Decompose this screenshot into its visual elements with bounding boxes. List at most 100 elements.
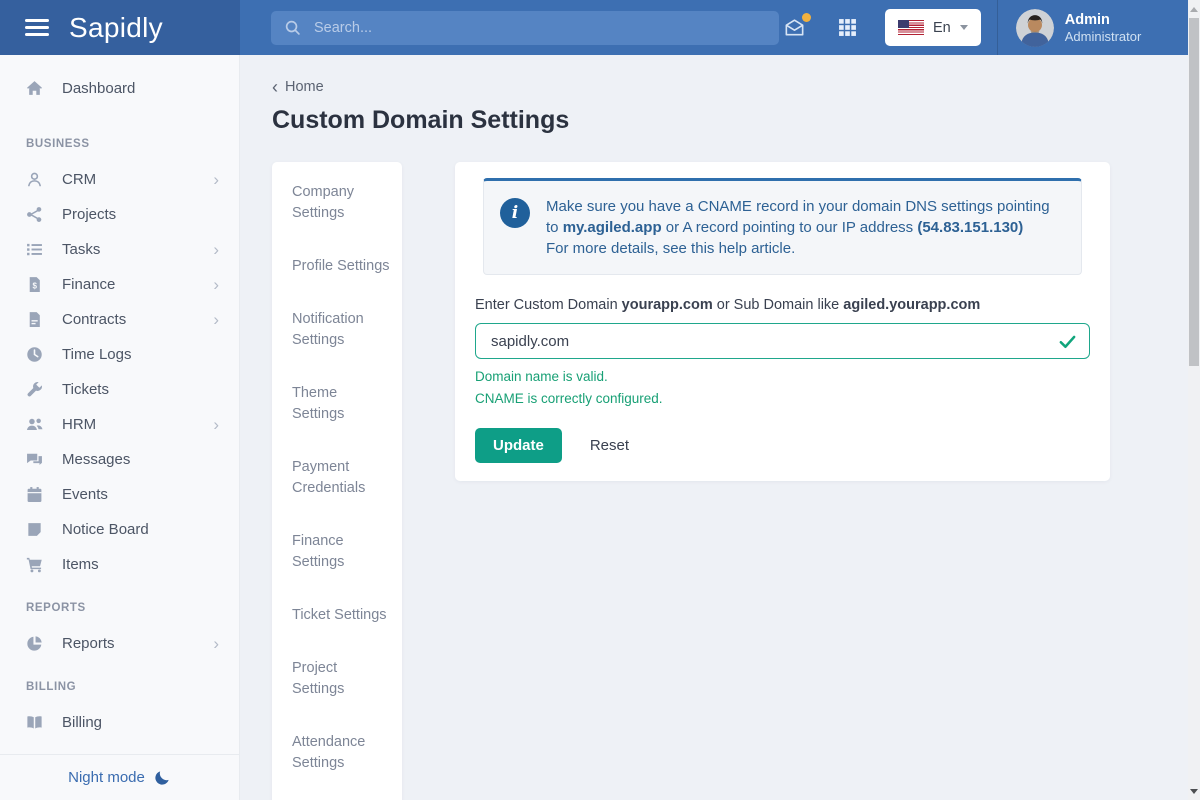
sidebar-item-label: HRM <box>62 416 97 433</box>
alert-bold-domain: my.agiled.app <box>562 219 662 236</box>
sidebar-item-contracts[interactable]: Contracts › <box>0 302 239 337</box>
night-mode-toggle[interactable]: Night mode <box>0 754 239 800</box>
sidebar-section-label-billing: BILLING <box>26 681 77 693</box>
form-actions: Update Reset <box>475 428 1090 463</box>
sidebar-item-tickets[interactable]: Tickets <box>0 372 239 407</box>
sidebar-section-label-reports: REPORTS <box>26 602 86 614</box>
us-flag-icon <box>898 20 924 35</box>
sidebar-item-tasks[interactable]: Tasks › <box>0 232 239 267</box>
sidebar-nav: Dashboard BUSINESS CRM › Projects Tasks › $ Fina… <box>0 55 239 754</box>
pie-chart-icon <box>26 635 46 652</box>
sidebar: Dashboard BUSINESS CRM › Projects Tasks › $ Fina… <box>0 55 240 800</box>
settings-nav-item-payment-credentials[interactable]: Payment Credentials <box>272 457 402 499</box>
breadcrumb-home-link[interactable]: Home <box>285 79 324 95</box>
alert-text-3: For more details, see this help article. <box>546 240 796 257</box>
user-role: Administrator <box>1064 28 1142 44</box>
settings-nav-item-notification-settings[interactable]: Notification Settings <box>272 309 402 351</box>
settings-nav: Company Settings Profile Settings Notifica… <box>272 162 402 800</box>
settings-nav-item-project-settings[interactable]: Project Settings <box>272 658 402 700</box>
chevron-down-icon <box>959 25 968 30</box>
validation-message-cname: CNAME is correctly configured. <box>475 391 663 406</box>
mail-button[interactable] <box>779 12 811 43</box>
moon-icon <box>154 769 171 786</box>
brand-logo[interactable]: Sapidly <box>69 12 163 44</box>
top-bar-actions-area: En Admin Administrator <box>240 0 1200 55</box>
search-bar <box>271 10 779 45</box>
language-label: En <box>933 19 951 36</box>
settings-nav-item-theme-settings[interactable]: Theme Settings <box>272 383 402 425</box>
sidebar-item-projects[interactable]: Projects <box>0 197 239 232</box>
label-text-1: Enter Custom Domain <box>475 297 618 313</box>
scrollbar-thumb[interactable] <box>1189 18 1199 366</box>
top-bar-brand-area: Sapidly <box>0 0 240 55</box>
check-icon <box>1058 332 1077 351</box>
reset-button[interactable]: Reset <box>590 437 629 454</box>
info-icon: i <box>500 198 530 228</box>
sidebar-item-items[interactable]: Items <box>0 547 239 582</box>
book-icon <box>26 714 46 731</box>
settings-nav-item-attendance-settings[interactable]: Attendance Settings <box>272 732 402 774</box>
custom-domain-input[interactable] <box>475 323 1090 359</box>
user-icon <box>26 171 46 188</box>
sidebar-item-reports[interactable]: Reports › <box>0 626 239 661</box>
sidebar-item-notice-board[interactable]: Notice Board <box>0 512 239 547</box>
sidebar-item-label: Messages <box>62 451 131 468</box>
chevron-right-icon: › <box>213 415 219 434</box>
settings-nav-item-finance-settings[interactable]: Finance Settings <box>272 531 402 573</box>
sidebar-item-label: Dashboard <box>62 80 136 97</box>
validation-message-domain: Domain name is valid. <box>475 369 608 384</box>
sidebar-item-label: Tickets <box>62 381 109 398</box>
breadcrumb: ‹ Home <box>272 77 1188 97</box>
label-text-2: or Sub Domain like <box>716 297 840 313</box>
label-bold-1: yourapp.com <box>621 297 713 313</box>
language-selector[interactable]: En <box>885 9 981 46</box>
invoice-icon: $ <box>26 276 46 293</box>
settings-nav-item-ticket-settings[interactable]: Ticket Settings <box>272 605 402 626</box>
chevron-right-icon: › <box>213 634 219 653</box>
notification-badge <box>802 13 811 22</box>
apps-button[interactable] <box>834 14 861 41</box>
sidebar-item-finance[interactable]: $ Finance › <box>0 267 239 302</box>
search-icon <box>284 19 301 36</box>
task-list-icon <box>26 241 46 258</box>
alert-text-2: or A record pointing to our IP address <box>665 219 914 236</box>
update-button[interactable]: Update <box>475 428 562 463</box>
sidebar-item-label: Notice Board <box>62 521 149 538</box>
sidebar-item-label: CRM <box>62 171 97 188</box>
sidebar-item-label: Finance <box>62 276 116 293</box>
sidebar-item-hrm[interactable]: HRM › <box>0 407 239 442</box>
top-actions: En Admin Administrator <box>779 0 1200 55</box>
notice-icon <box>26 521 46 538</box>
info-alert: i Make sure you have a CNAME record in y… <box>483 178 1082 275</box>
chevron-right-icon: › <box>213 240 219 259</box>
alert-text: Make sure you have a CNAME record in you… <box>546 196 1061 259</box>
sidebar-item-time-logs[interactable]: Time Logs <box>0 337 239 372</box>
menu-toggle-icon[interactable] <box>25 15 49 41</box>
scrollbar-down-arrow-icon[interactable] <box>1190 789 1198 794</box>
messages-icon <box>26 451 46 468</box>
page-scrollbar[interactable] <box>1188 0 1200 800</box>
sidebar-item-label: Projects <box>62 206 117 223</box>
cart-icon <box>26 556 46 573</box>
settings-nav-item-profile-settings[interactable]: Profile Settings <box>272 256 402 277</box>
user-name: Admin <box>1064 11 1110 28</box>
sidebar-item-events[interactable]: Events <box>0 477 239 512</box>
grid-icon <box>838 18 857 37</box>
sidebar-item-label: Time Logs <box>62 346 132 363</box>
clock-icon <box>26 346 46 363</box>
avatar <box>1015 8 1054 47</box>
users-icon <box>26 416 46 433</box>
settings-nav-item-company-settings[interactable]: Company Settings <box>272 182 402 224</box>
calendar-icon <box>26 486 46 503</box>
user-menu[interactable]: Admin Administrator <box>1015 8 1200 47</box>
scrollbar-up-arrow-icon[interactable] <box>1190 7 1198 12</box>
domain-input-wrap <box>475 323 1090 359</box>
chevron-left-icon: ‹ <box>272 77 278 97</box>
sidebar-item-dashboard[interactable]: Dashboard <box>0 71 239 106</box>
sidebar-item-messages[interactable]: Messages <box>0 442 239 477</box>
sidebar-item-crm[interactable]: CRM › <box>0 162 239 197</box>
sidebar-item-label: Billing <box>62 714 103 731</box>
search-input[interactable] <box>312 18 766 37</box>
sidebar-item-billing[interactable]: Billing <box>0 705 239 740</box>
sidebar-item-label: Reports <box>62 635 115 652</box>
